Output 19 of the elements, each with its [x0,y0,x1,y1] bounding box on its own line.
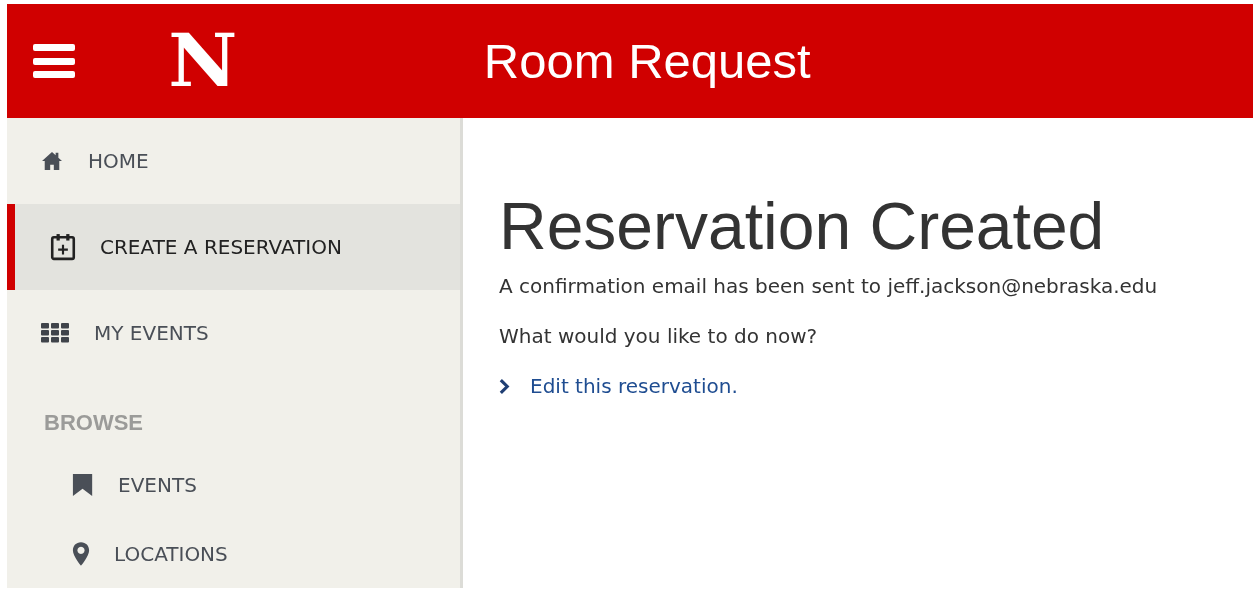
bookmark-icon [72,471,94,498]
nav-item[interactable]: CREATE A RESERVATION [7,204,460,290]
logo[interactable]: N [168,25,238,97]
page-heading: Reservation Created [499,188,1106,264]
nav-item[interactable]: LOCATIONS [7,519,460,588]
home-icon [40,151,64,171]
chevron-right-icon [499,377,510,395]
grid-icon [40,322,70,344]
calendar-plus-icon [50,233,76,261]
section-heading: BROWSE [43,409,144,437]
question-text: What would you like to do now? [499,324,819,348]
nav-item[interactable]: EVENTS [7,450,460,519]
menu-icon[interactable] [33,44,75,78]
edit-link[interactable]: Edit this reservation. [530,374,738,398]
confirmation-message: A confirmation email has been sent to jeff.jackson@nebraska.edu [499,274,1158,298]
nav-item[interactable]: HOME [7,118,460,204]
nav-item[interactable]: MY EVENTS [7,290,460,376]
app-title: Room Request [483,33,811,89]
map-pin-icon [72,540,90,567]
